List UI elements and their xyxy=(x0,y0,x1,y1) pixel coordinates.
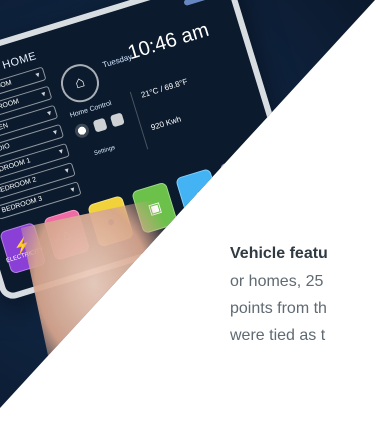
tile-music: ♫ xyxy=(175,168,223,221)
energy-readout: 920 Kwh xyxy=(149,114,183,133)
chevron-down-icon: ▾ xyxy=(40,88,47,99)
article-text: Vehicle featu or homes, 25 points from t… xyxy=(230,245,387,354)
chevron-down-icon: ▾ xyxy=(57,146,65,157)
chevron-down-icon: ▾ xyxy=(46,108,53,118)
more-icon: ▶ xyxy=(235,171,251,191)
display-icon xyxy=(109,112,125,128)
time-display: 10:46 am xyxy=(125,18,212,65)
settings-label: Settings xyxy=(93,144,116,157)
chevron-down-icon: ▾ xyxy=(63,165,71,176)
tablet-indicator xyxy=(183,0,212,7)
music-icon: ♫ xyxy=(191,185,207,204)
article-title: Vehicle featu xyxy=(230,245,328,262)
chevron-down-icon: ▾ xyxy=(34,69,41,80)
home-icon: ⌂ xyxy=(56,59,104,107)
article-line-3: were tied as t xyxy=(230,327,326,344)
sun-icon xyxy=(73,121,91,140)
tile-more: ▶ xyxy=(219,154,267,208)
phone-icon xyxy=(92,117,108,133)
temperature-readout: 21°C / 69.8°F xyxy=(139,76,189,100)
article-line-2: points from th xyxy=(230,300,327,317)
chevron-down-icon: ▾ xyxy=(51,127,59,137)
article-line-1: or homes, 25 xyxy=(230,273,324,290)
hand-tap xyxy=(20,196,210,408)
